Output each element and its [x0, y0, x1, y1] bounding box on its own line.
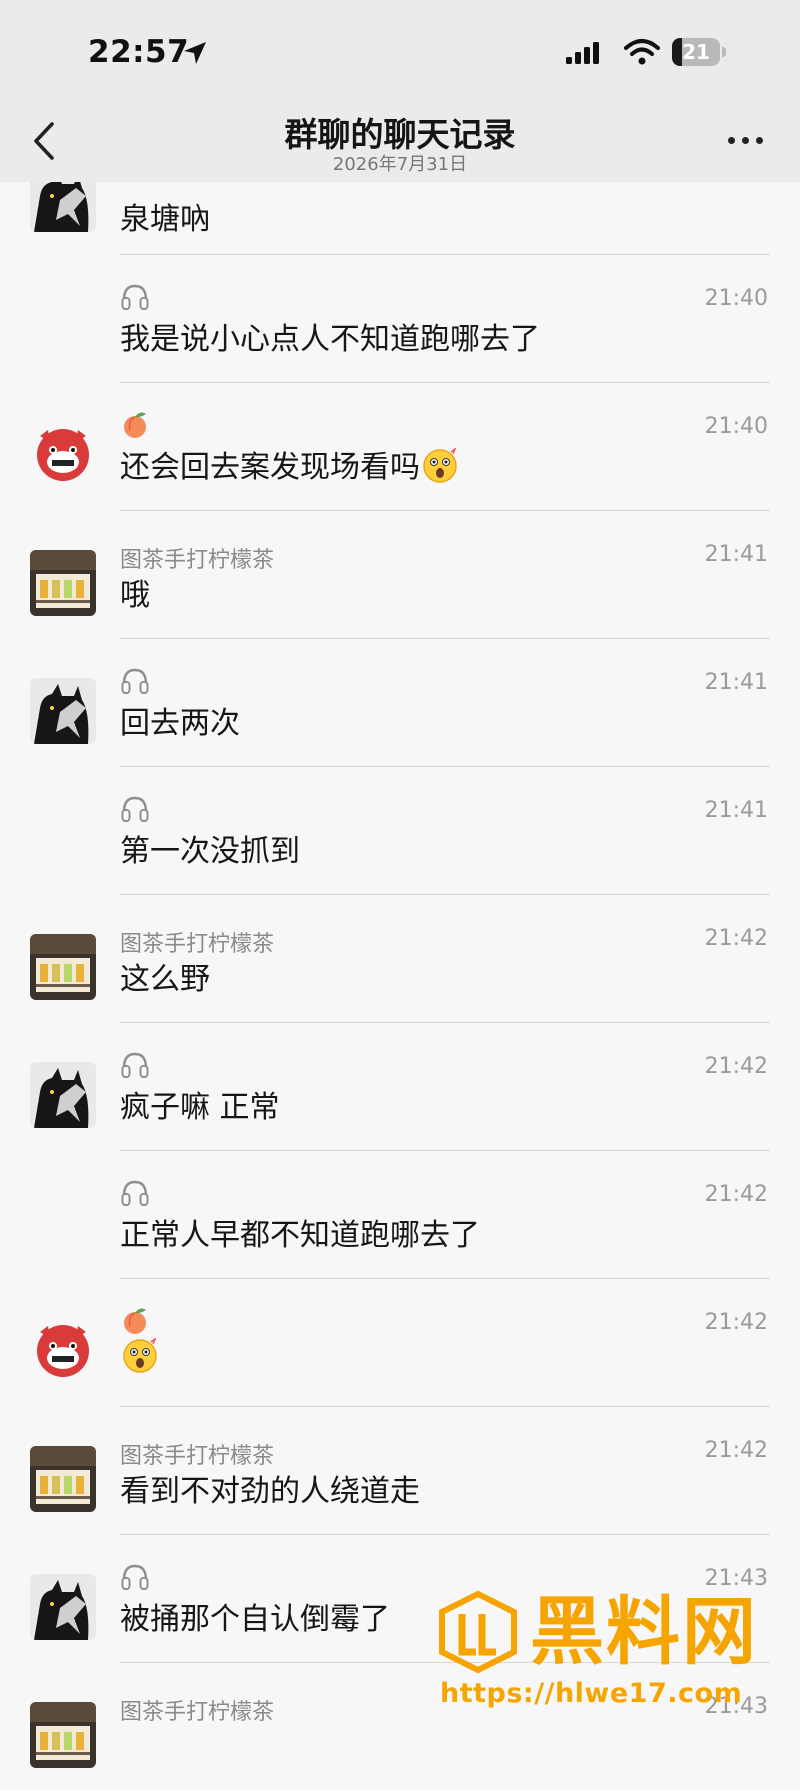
message-text — [120, 1338, 158, 1375]
message-text-content: 正常人早都不知道跑哪去了 — [120, 1218, 480, 1253]
message-row[interactable]: 21:40 我是说小心点人不知道跑哪去了 — [0, 254, 800, 382]
message-text: 被捅那个自认倒霉了 — [120, 1594, 390, 1638]
message-text: 看到不对劲的人绕道走 — [120, 1466, 420, 1510]
headphones-icon — [120, 794, 150, 824]
watermark-title: 黑料网 — [530, 1589, 758, 1675]
message-text-content: 回去两次 — [120, 706, 240, 741]
message-time: 21:42 — [704, 926, 768, 951]
message-time: 21:43 — [704, 1566, 768, 1591]
message-text: 第一次没抓到 — [120, 826, 300, 870]
message-row[interactable]: 21:42 疯子嘛 正常 — [0, 1022, 800, 1150]
message-time: 21:40 — [704, 286, 768, 311]
navigation-header: 22:57 21 群聊的聊天记录 2026年7月31日 — [0, 0, 800, 182]
message-divider — [120, 510, 770, 511]
red-pig-avatar[interactable] — [30, 422, 96, 488]
message-text-content: 泉塘吶 — [120, 202, 210, 237]
message-row[interactable]: 图茶手打柠檬茶 21:42 看到不对劲的人绕道走 — [0, 1406, 800, 1534]
message-text-content: 还会回去案发现场看吗 — [120, 450, 420, 485]
message-divider — [120, 1534, 770, 1535]
headphones-icon — [120, 666, 150, 696]
message-text-content: 疯子嘛 正常 — [120, 1090, 280, 1125]
sender-name: 图茶手打柠檬茶 — [120, 1700, 275, 1725]
message-time: 21:41 — [704, 670, 768, 695]
message-text: 这么野 — [120, 954, 210, 998]
tea-shop-avatar[interactable] — [30, 1702, 96, 1768]
tea-shop-avatar[interactable] — [30, 934, 96, 1000]
peach-icon — [120, 410, 150, 440]
message-row[interactable]: 21:42 正常人早都不知道跑哪去了 — [0, 1150, 800, 1278]
headphones-icon — [120, 1050, 150, 1080]
message-divider — [120, 894, 770, 895]
message-text: 泉塘吶 — [120, 194, 210, 238]
shocked-face-emoji — [422, 448, 458, 484]
message-text: 回去两次 — [120, 698, 240, 742]
headphones-icon — [120, 1562, 150, 1592]
message-time: 21:42 — [704, 1438, 768, 1463]
message-row[interactable]: 21:42 — [0, 1278, 800, 1406]
message-text-content: 哦 — [120, 578, 150, 613]
message-row[interactable]: 21:41 回去两次 — [0, 638, 800, 766]
headphones-icon — [120, 282, 150, 312]
status-time: 22:57 — [88, 34, 190, 70]
message-list[interactable]: 泉塘吶 21:40 我是说小心点人不知道跑哪去了 21:40 还会回去案发现场看吗图茶手… — [0, 0, 800, 1735]
tea-shop-avatar[interactable] — [30, 550, 96, 616]
shocked-face-emoji — [122, 1338, 158, 1374]
watermark-url: https://hlwe17.com — [440, 1678, 743, 1709]
message-text-content: 被捅那个自认倒霉了 — [120, 1602, 390, 1637]
message-divider — [120, 638, 770, 639]
message-text: 还会回去案发现场看吗 — [120, 442, 458, 486]
cat-avatar[interactable] — [30, 1574, 96, 1640]
message-row[interactable]: 21:40 还会回去案发现场看吗 — [0, 382, 800, 510]
cat-avatar[interactable] — [30, 1062, 96, 1128]
message-time: 21:40 — [704, 414, 768, 439]
headphones-icon — [120, 1178, 150, 1208]
cellular-signal-icon — [566, 42, 599, 64]
page-title: 群聊的聊天记录 — [284, 115, 516, 154]
message-time: 21:41 — [704, 542, 768, 567]
wifi-icon — [624, 39, 660, 65]
message-text-content: 看到不对劲的人绕道走 — [120, 1474, 420, 1509]
message-text-content: 第一次没抓到 — [120, 834, 300, 869]
tea-shop-avatar[interactable] — [30, 1446, 96, 1512]
message-divider — [120, 254, 770, 255]
message-divider — [120, 1150, 770, 1151]
message-divider — [120, 382, 770, 383]
more-options-button[interactable] — [724, 128, 768, 154]
message-time: 21:42 — [704, 1054, 768, 1079]
message-text-content: 我是说小心点人不知道跑哪去了 — [120, 322, 540, 357]
watermark: 黑料网 https://hlwe17.com — [436, 1590, 796, 1710]
message-text: 哦 — [120, 570, 150, 614]
message-divider — [120, 1022, 770, 1023]
message-text: 疯子嘛 正常 — [120, 1082, 280, 1126]
message-divider — [120, 1406, 770, 1407]
message-text: 正常人早都不知道跑哪去了 — [120, 1210, 480, 1254]
battery-indicator: 21 — [672, 38, 728, 68]
page-subtitle-date: 2026年7月31日 — [332, 154, 468, 175]
message-divider — [120, 766, 770, 767]
message-text: 我是说小心点人不知道跑哪去了 — [120, 314, 540, 358]
red-pig-avatar[interactable] — [30, 1318, 96, 1384]
message-time: 21:42 — [704, 1182, 768, 1207]
message-row[interactable]: 21:41 第一次没抓到 — [0, 766, 800, 894]
watermark-logo-icon — [439, 1590, 517, 1674]
location-arrow-icon — [184, 42, 206, 64]
message-row[interactable]: 图茶手打柠檬茶 21:41 哦 — [0, 510, 800, 638]
message-text-content: 这么野 — [120, 962, 210, 997]
peach-icon — [120, 1306, 150, 1336]
battery-level-text: 21 — [682, 40, 710, 64]
message-time: 21:42 — [704, 1310, 768, 1335]
message-divider — [120, 1278, 770, 1279]
cat-avatar[interactable] — [30, 678, 96, 744]
message-row[interactable]: 图茶手打柠檬茶 21:42 这么野 — [0, 894, 800, 1022]
message-time: 21:41 — [704, 798, 768, 823]
